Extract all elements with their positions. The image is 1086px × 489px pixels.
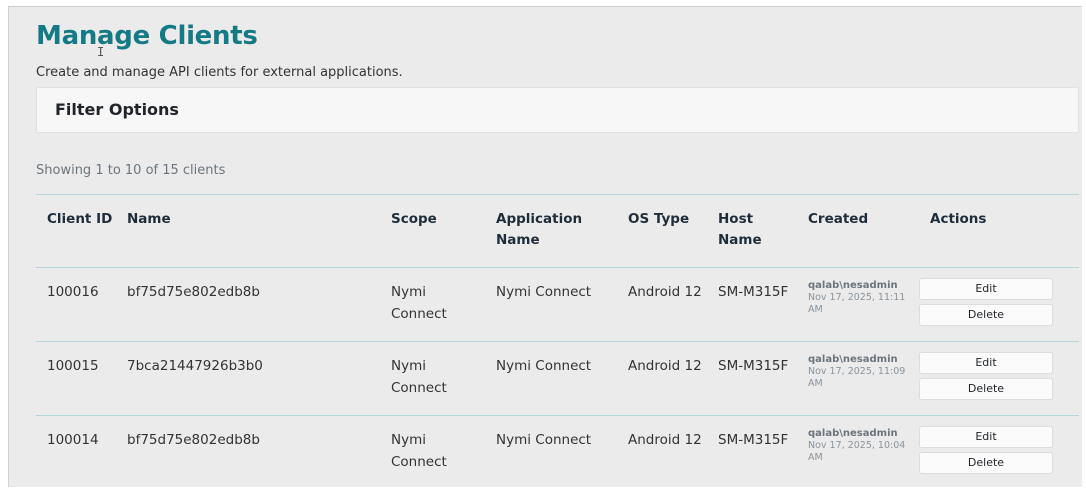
clients-table-container: Client ID Name Scope Application Name OS…	[36, 194, 1079, 489]
cell-created: qalab\nesadmin Nov 17, 2025, 11:09 AM	[797, 340, 919, 415]
delete-button[interactable]: Delete	[919, 303, 1053, 326]
edit-button[interactable]: Edit	[919, 425, 1053, 448]
header-actions: Actions	[930, 211, 987, 227]
cell-scope: Nymi Connect	[380, 266, 485, 341]
cell-host-name: SM-M315F	[707, 340, 797, 415]
created-by: qalab\nesadmin	[808, 427, 898, 439]
text-cursor-icon: I	[97, 45, 105, 59]
table-header-row: Client ID Name Scope Application Name OS…	[36, 195, 1079, 267]
cell-client-id: 100014	[36, 414, 116, 489]
header-os-type: OS Type	[628, 211, 690, 227]
created-by: qalab\nesadmin	[808, 353, 898, 365]
edit-button[interactable]: Edit	[919, 351, 1053, 374]
cell-actions: Edit Delete	[919, 414, 1079, 489]
cell-client-id: 100015	[36, 340, 116, 415]
created-by: qalab\nesadmin	[808, 279, 898, 291]
created-date: Nov 17, 2025, 11:09 AM	[808, 365, 906, 389]
header-host-name: Host Name	[718, 211, 762, 248]
cell-name: bf75d75e802edb8b	[116, 414, 380, 489]
cell-application-name: Nymi Connect	[485, 340, 617, 415]
cell-actions: Edit Delete	[919, 266, 1079, 341]
cell-client-id: 100016	[36, 266, 116, 341]
cell-application-name: Nymi Connect	[485, 266, 617, 341]
cell-os-type: Android 12	[617, 340, 707, 415]
filter-options-title[interactable]: Filter Options	[55, 100, 179, 119]
cell-created: qalab\nesadmin Nov 17, 2025, 11:11 AM	[797, 266, 919, 341]
created-date: Nov 17, 2025, 11:11 AM	[808, 291, 906, 315]
delete-button[interactable]: Delete	[919, 377, 1053, 400]
cell-os-type: Android 12	[617, 266, 707, 341]
cell-host-name: SM-M315F	[707, 266, 797, 341]
cell-scope: Nymi Connect	[380, 340, 485, 415]
header-scope: Scope	[391, 211, 437, 227]
page-container: Manage Clients I Create and manage API c…	[8, 6, 1082, 489]
header-client-id: Client ID	[47, 211, 113, 227]
clients-table: Client ID Name Scope Application Name OS…	[36, 195, 1079, 489]
cell-host-name: SM-M315F	[707, 414, 797, 489]
cell-os-type: Android 12	[617, 414, 707, 489]
table-row: 100014 bf75d75e802edb8b Nymi Connect Nym…	[36, 414, 1079, 489]
header-created: Created	[808, 211, 869, 227]
delete-button[interactable]: Delete	[919, 451, 1053, 474]
page-subtitle: Create and manage API clients for extern…	[36, 65, 403, 80]
header-application-name: Application Name	[496, 211, 583, 248]
edit-button[interactable]: Edit	[919, 277, 1053, 300]
cell-name: bf75d75e802edb8b	[116, 266, 380, 341]
filter-options-panel[interactable]: Filter Options	[36, 87, 1079, 133]
table-row: 100015 7bca21447926b3b0 Nymi Connect Nym…	[36, 340, 1079, 415]
pagination-summary: Showing 1 to 10 of 15 clients	[36, 163, 226, 178]
cell-name: 7bca21447926b3b0	[116, 340, 380, 415]
cell-scope: Nymi Connect	[380, 414, 485, 489]
cell-created: qalab\nesadmin Nov 17, 2025, 10:04 AM	[797, 414, 919, 489]
page-title: Manage Clients	[36, 21, 258, 51]
cell-actions: Edit Delete	[919, 340, 1079, 415]
table-row: 100016 bf75d75e802edb8b Nymi Connect Nym…	[36, 266, 1079, 341]
created-date: Nov 17, 2025, 10:04 AM	[808, 439, 906, 463]
header-name: Name	[127, 211, 171, 227]
cell-application-name: Nymi Connect	[485, 414, 617, 489]
